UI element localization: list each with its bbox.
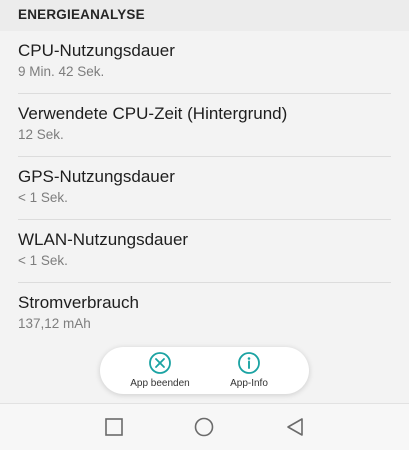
recents-button[interactable] bbox=[103, 416, 125, 438]
system-navigation-bar bbox=[0, 403, 409, 450]
item-value: 137,12 mAh bbox=[18, 316, 91, 331]
list-item-power-consumption: Stromverbrauch 137,12 mAh bbox=[0, 283, 409, 346]
item-label: WLAN-Nutzungsdauer bbox=[18, 230, 189, 249]
item-value: < 1 Sek. bbox=[18, 190, 68, 205]
item-value: < 1 Sek. bbox=[18, 253, 68, 268]
close-circle-icon bbox=[149, 352, 171, 374]
info-circle-icon bbox=[238, 352, 260, 374]
back-button[interactable] bbox=[284, 416, 306, 438]
home-button[interactable] bbox=[193, 416, 215, 438]
square-icon bbox=[105, 418, 123, 436]
end-app-label: App beenden bbox=[130, 378, 190, 389]
list-item-gps-usage: GPS-Nutzungsdauer < 1 Sek. bbox=[0, 157, 409, 220]
list-item-wlan-usage: WLAN-Nutzungsdauer < 1 Sek. bbox=[0, 220, 409, 283]
section-header: ENERGIEANALYSE bbox=[0, 0, 409, 31]
energy-analysis-screen: ENERGIEANALYSE CPU-Nutzungsdauer 9 Min. … bbox=[0, 0, 409, 450]
item-value: 12 Sek. bbox=[18, 127, 64, 142]
item-label: GPS-Nutzungsdauer bbox=[18, 167, 175, 186]
triangle-back-icon bbox=[287, 418, 303, 436]
app-actions-bar: App beenden App-Info bbox=[100, 347, 309, 394]
app-info-button[interactable]: App-Info bbox=[204, 351, 294, 391]
stats-list: CPU-Nutzungsdauer 9 Min. 42 Sek. Verwend… bbox=[0, 31, 409, 346]
app-info-label: App-Info bbox=[230, 378, 268, 389]
item-label: CPU-Nutzungsdauer bbox=[18, 41, 175, 60]
item-label: Verwendete CPU-Zeit (Hintergrund) bbox=[18, 104, 288, 123]
list-item-cpu-usage: CPU-Nutzungsdauer 9 Min. 42 Sek. bbox=[0, 31, 409, 94]
circle-icon bbox=[194, 417, 214, 437]
item-value: 9 Min. 42 Sek. bbox=[18, 64, 105, 79]
list-item-cpu-background: Verwendete CPU-Zeit (Hintergrund) 12 Sek… bbox=[0, 94, 409, 157]
item-label: Stromverbrauch bbox=[18, 293, 139, 312]
end-app-button[interactable]: App beenden bbox=[115, 351, 205, 391]
